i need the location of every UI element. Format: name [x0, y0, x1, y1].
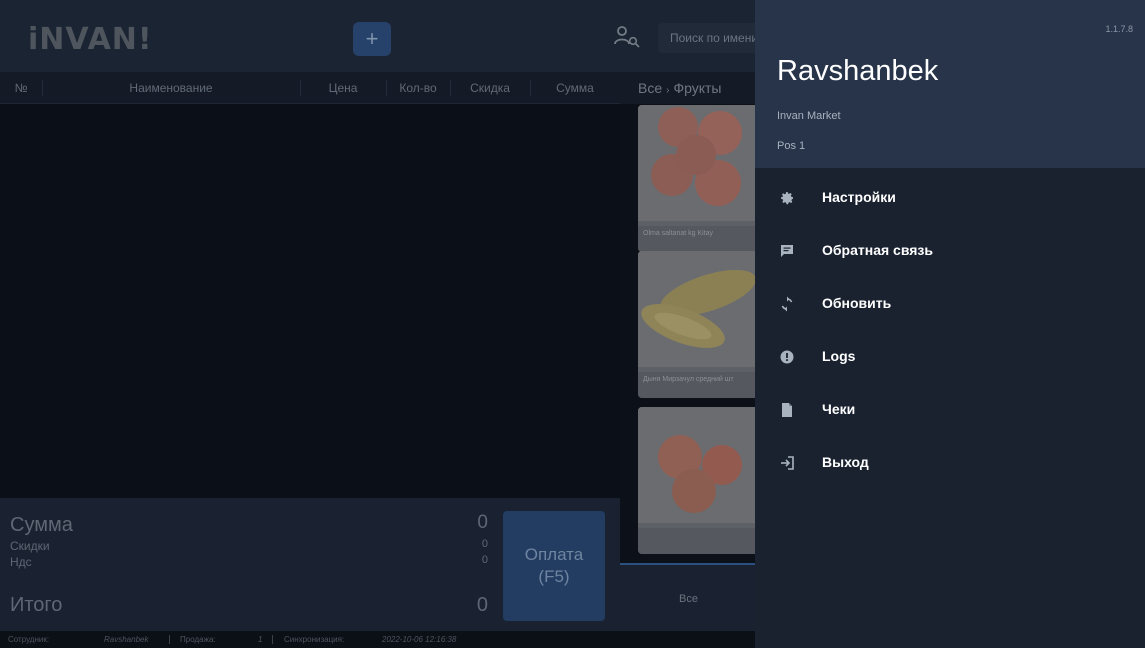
menu-item-label: Чеки — [822, 401, 856, 417]
pos-app: iNVAN! + № Наименование Цена Кол-во Скид… — [0, 0, 1145, 648]
breadcrumb-root[interactable]: Все — [638, 80, 662, 96]
product-image-peaches — [638, 407, 757, 523]
sale-label: Продажа: — [180, 635, 216, 644]
cart-table-header: № Наименование Цена Кол-во Скидка Сумма — [0, 72, 620, 104]
menu-item-logout[interactable]: Выход — [755, 439, 1145, 487]
gear-icon — [781, 192, 793, 205]
column-number: № — [14, 81, 28, 95]
menu-item-refresh[interactable]: Обновить — [755, 280, 1145, 328]
vat-value: 0 — [481, 554, 488, 566]
drawer-header: 1.1.7.8 Ravshanbek Invan Market Pos 1 — [755, 0, 1145, 168]
customer-search-icon[interactable] — [612, 24, 642, 52]
sum-value: 0 — [477, 512, 488, 533]
sum-label: Сумма — [10, 514, 73, 536]
column-quantity: Кол-во — [399, 81, 437, 95]
product-name: Дыня Мирзачул средний шт — [638, 372, 757, 398]
menu-item-label: Logs — [822, 348, 856, 364]
store-name: Invan Market — [777, 110, 841, 122]
menu-item-logs[interactable]: Logs — [755, 333, 1145, 381]
app-version: 1.1.7.8 — [1105, 24, 1133, 34]
breadcrumb: Все › Фрукты — [620, 72, 757, 104]
column-discount: Скидка — [470, 81, 510, 95]
menu-item-label: Выход — [822, 454, 869, 470]
product-card[interactable]: Olma saltanat kg Kitay — [638, 105, 757, 252]
status-bar: Сотрудник: Ravshanbek Продажа: 1 Синхрон… — [0, 631, 757, 648]
alert-icon — [780, 350, 794, 364]
employee-label: Сотрудник: — [8, 635, 50, 644]
total-label: Итого — [10, 594, 63, 616]
product-name — [638, 528, 757, 554]
menu-item-label: Обновить — [822, 295, 892, 311]
sync-label: Синхронизация: — [284, 635, 345, 644]
add-button[interactable]: + — [353, 22, 391, 56]
product-card[interactable] — [638, 407, 757, 554]
receipt-icon — [782, 403, 792, 417]
column-name: Наименование — [129, 81, 213, 95]
pay-button[interactable]: Оплата (F5) — [503, 511, 605, 621]
pay-label: Оплата — [524, 545, 584, 564]
category-all-label: Все — [679, 593, 698, 605]
employee-value: Ravshanbek — [104, 635, 149, 644]
logout-icon — [781, 456, 794, 470]
main-pos-area: iNVAN! + № Наименование Цена Кол-во Скид… — [0, 0, 778, 648]
sync-icon — [781, 296, 793, 312]
product-grid: Olma saltanat kg Kitay Дыня Мирзачул сре… — [620, 105, 757, 563]
sync-value: 2022-10-06 12:16:38 — [382, 635, 457, 644]
user-name: Ravshanbek — [777, 55, 939, 87]
vat-label: Ндс — [10, 555, 32, 569]
pos-name: Pos 1 — [777, 140, 806, 152]
discount-label: Скидки — [10, 539, 50, 553]
cart-table-body — [0, 105, 620, 498]
total-value: 0 — [476, 594, 488, 616]
breadcrumb-separator: › — [666, 85, 670, 96]
breadcrumb-current: Фрукты — [673, 80, 722, 96]
menu-item-receipts[interactable]: Чеки — [755, 386, 1145, 434]
column-sum: Сумма — [556, 81, 594, 95]
feedback-icon — [781, 245, 793, 257]
top-bar: iNVAN! + — [0, 0, 778, 72]
product-name: Olma saltanat kg Kitay — [638, 226, 757, 252]
app-logo: iNVAN! — [28, 22, 153, 57]
product-image-melons — [638, 251, 757, 367]
column-price: Цена — [328, 81, 358, 95]
product-card[interactable]: Дыня Мирзачул средний шт — [638, 251, 757, 398]
category-bar[interactable]: Все — [620, 563, 757, 631]
pay-shortcut: (F5) — [538, 567, 570, 586]
menu-item-feedback[interactable]: Обратная связь — [755, 227, 1145, 275]
product-image-apples — [638, 105, 757, 221]
menu-item-label: Обратная связь — [822, 242, 933, 258]
sale-value: 1 — [258, 635, 263, 644]
menu-item-settings[interactable]: Настройки — [755, 174, 1145, 222]
side-drawer: 1.1.7.8 Ravshanbek Invan Market Pos 1 На… — [755, 0, 1145, 648]
discount-value: 0 — [481, 538, 488, 550]
menu-item-label: Настройки — [822, 189, 896, 205]
